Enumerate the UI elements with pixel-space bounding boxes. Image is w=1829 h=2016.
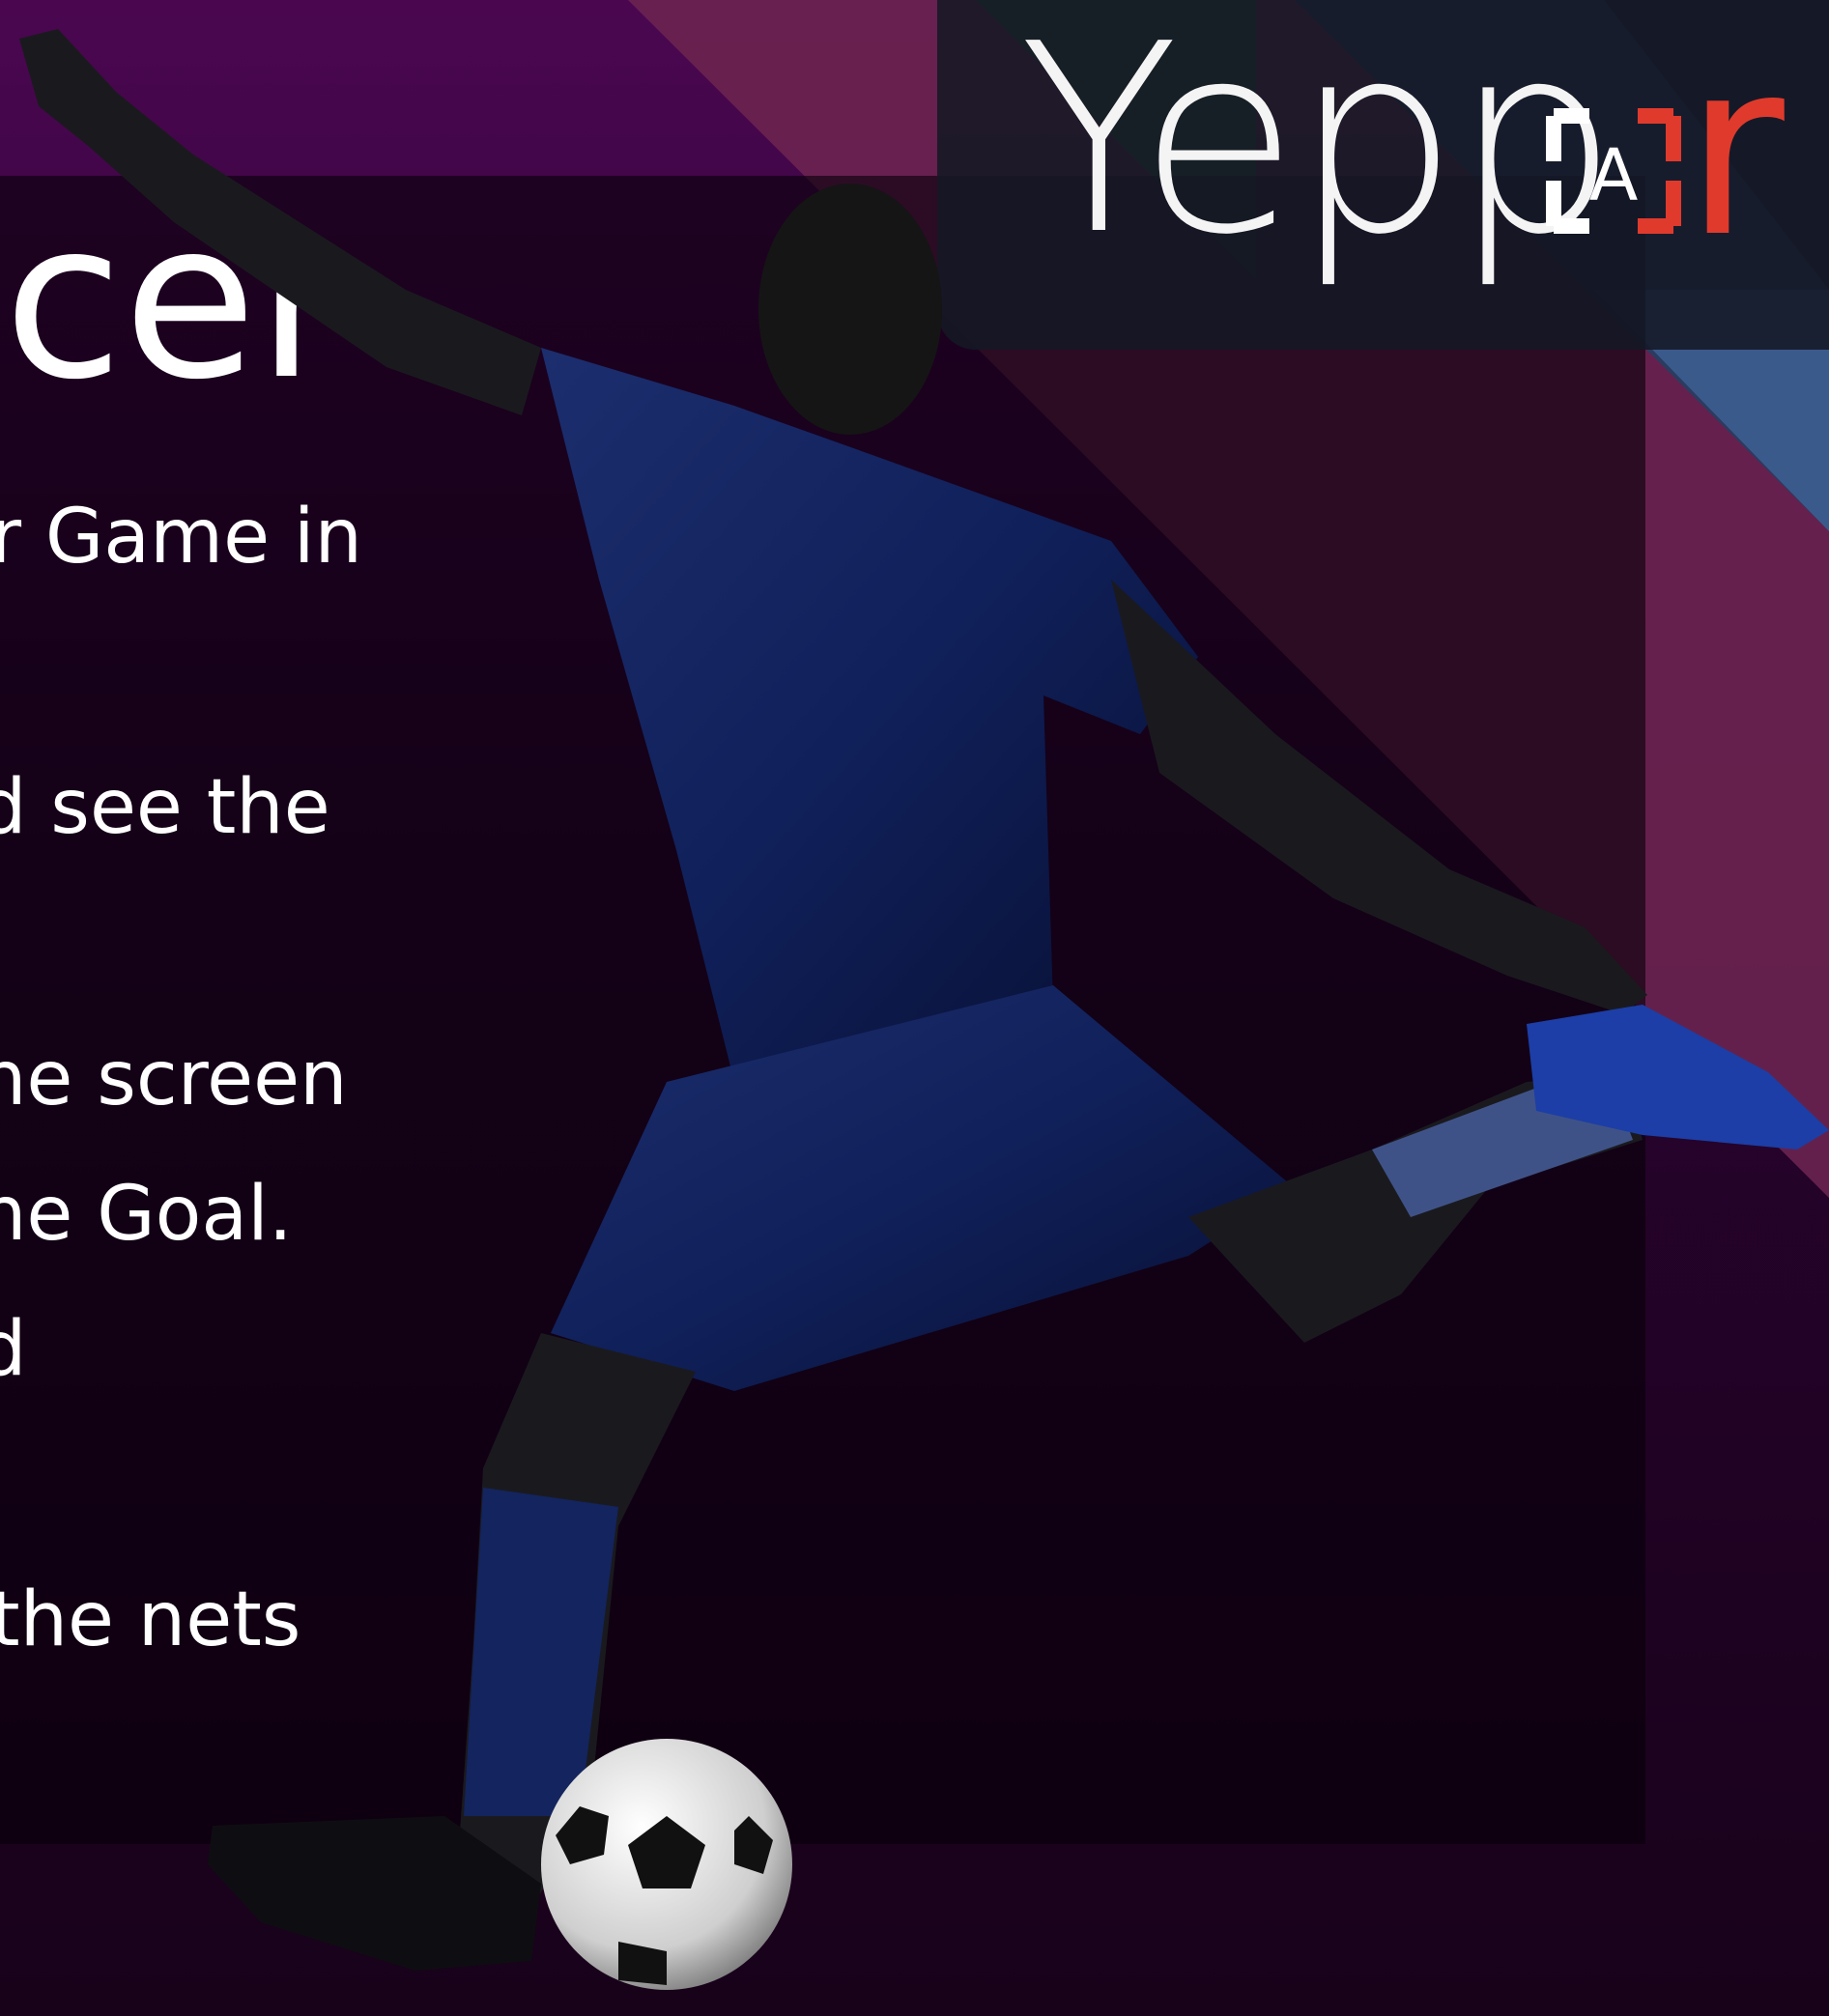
soccer-player-image <box>19 29 1829 1990</box>
slide: Yepp A r ccer r Game in d see the ne scr… <box>0 0 1829 2016</box>
